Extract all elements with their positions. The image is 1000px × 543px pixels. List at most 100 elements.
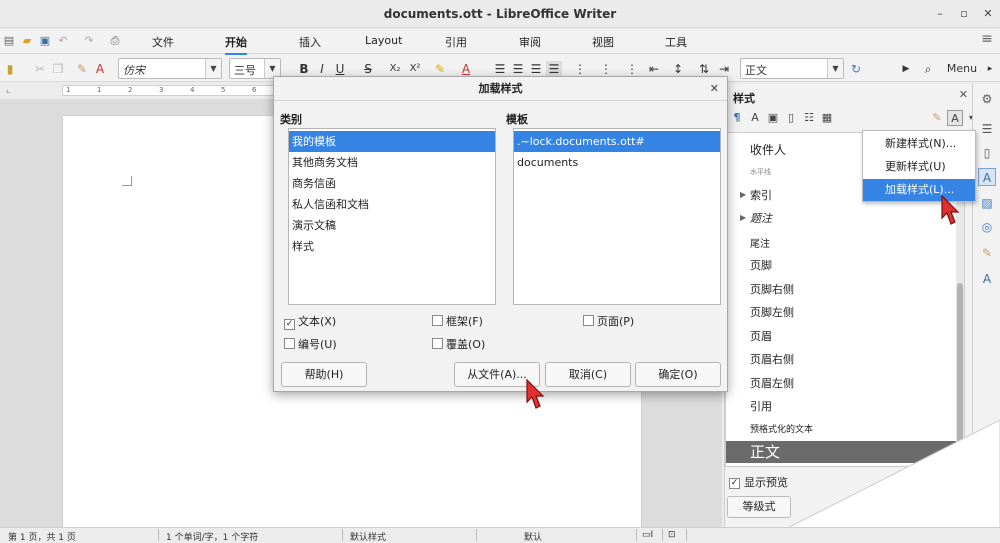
numbering-checkbox[interactable]: 编号(U) <box>284 336 337 352</box>
save-icon[interactable]: ▣ <box>38 34 52 48</box>
selection-mode-icon[interactable]: ⊡ <box>668 530 676 540</box>
style-item[interactable]: 页眉右侧 <box>750 351 794 367</box>
italic-button[interactable]: I <box>314 61 330 77</box>
design-icon[interactable]: A <box>978 270 996 288</box>
clear-formatting-icon[interactable]: A <box>92 61 108 77</box>
category-item[interactable]: 商务信函 <box>289 173 495 194</box>
redo-icon[interactable]: ↷ <box>82 34 96 48</box>
close-window-button[interactable]: ✕ <box>980 6 996 22</box>
chevron-down-icon[interactable]: ▼ <box>205 59 221 78</box>
expand-arrow-icon[interactable]: ▶ <box>740 190 746 199</box>
ordered-list-icon[interactable]: ⋮ <box>598 61 614 77</box>
align-right-icon[interactable]: ☰ <box>528 61 544 77</box>
style-item[interactable]: 页脚右侧 <box>750 281 794 297</box>
tab-references[interactable]: 引用 <box>445 34 467 50</box>
minimize-button[interactable]: – <box>932 6 948 22</box>
font-color-icon[interactable]: A <box>458 61 474 77</box>
paragraph-spacing-icon[interactable]: ⇅ <box>696 61 712 77</box>
menu-item-new-style[interactable]: 新建样式(N)... <box>863 133 975 155</box>
increase-indent-icon[interactable]: ⇥ <box>716 61 732 77</box>
category-item[interactable]: 样式 <box>289 236 495 257</box>
unordered-list-icon[interactable]: ⋮ <box>572 61 588 77</box>
help-button[interactable]: 帮助(H) <box>281 362 367 387</box>
expand-toolbar-icon[interactable]: ▶ <box>898 61 914 77</box>
category-item[interactable]: 其他商务文档 <box>289 152 495 173</box>
style-item[interactable]: 尾注 <box>750 235 770 250</box>
character-styles-icon[interactable]: A <box>747 110 763 126</box>
page-style-status[interactable]: 默认样式 <box>350 530 386 543</box>
checkbox-checked-icon[interactable]: ✓ <box>729 477 740 489</box>
chevron-right-icon[interactable]: ▸ <box>982 61 998 77</box>
paragraph-style-combo[interactable]: 正文 ▼ <box>740 58 844 79</box>
tab-file[interactable]: 文件 <box>152 34 174 50</box>
expand-arrow-icon[interactable]: ▶ <box>740 213 746 222</box>
outline-list-icon[interactable]: ⋮ <box>624 61 640 77</box>
new-document-icon[interactable]: ▤ <box>2 34 16 48</box>
style-item[interactable]: 题注 <box>750 210 772 226</box>
print-icon[interactable]: ⎙ <box>108 34 122 48</box>
settings-icon[interactable]: ⚙ <box>978 90 996 108</box>
category-item[interactable]: 我的模板 <box>289 131 495 152</box>
align-left-icon[interactable]: ☰ <box>492 61 508 77</box>
checkbox-icon[interactable] <box>432 338 443 349</box>
paragraph-styles-icon[interactable]: ¶ <box>729 110 745 126</box>
style-item[interactable]: 引用 <box>750 398 772 414</box>
style-item[interactable]: 页眉 <box>750 328 772 344</box>
language-status[interactable]: 默认 <box>524 530 542 543</box>
checkbox-icon[interactable] <box>284 338 295 349</box>
strikethrough-button[interactable]: S <box>360 61 376 77</box>
tab-tools[interactable]: 工具 <box>665 34 687 50</box>
subscript-button[interactable]: X₂ <box>385 61 405 77</box>
undo-icon[interactable]: ↶ <box>56 34 70 48</box>
align-center-icon[interactable]: ☰ <box>510 61 526 77</box>
checkbox-icon[interactable] <box>583 315 594 326</box>
style-actions-icon[interactable]: A <box>947 110 963 126</box>
cancel-button[interactable]: 取消(C) <box>545 362 631 387</box>
clone-formatting-icon[interactable]: ✎ <box>74 61 90 77</box>
navigator-icon[interactable]: ◎ <box>978 218 996 236</box>
template-item[interactable]: .~lock.documents.ott# <box>514 131 720 152</box>
table-styles-icon[interactable]: ▦ <box>819 110 835 126</box>
menu-button[interactable]: Menu <box>944 61 980 77</box>
maximize-button[interactable]: ▫ <box>956 6 972 22</box>
category-item[interactable]: 私人信函和文档 <box>289 194 495 215</box>
find-icon[interactable]: ⌕ <box>920 61 936 77</box>
tab-insert[interactable]: 插入 <box>299 34 321 50</box>
tab-layout[interactable]: Layout <box>365 34 402 47</box>
chevron-down-icon[interactable]: ▼ <box>827 59 843 78</box>
ok-button[interactable]: 确定(O) <box>635 362 721 387</box>
category-listbox[interactable]: 我的模板 其他商务文档 商务信函 私人信函和文档 演示文稿 样式 <box>288 128 496 305</box>
open-folder-icon[interactable]: ▰ <box>20 34 34 48</box>
style-item[interactable]: 水平线 <box>750 167 771 177</box>
word-count[interactable]: 1 个单词/字，1 个字符 <box>166 530 258 543</box>
template-item[interactable]: documents <box>514 152 720 173</box>
cut-icon[interactable]: ✂ <box>32 61 48 77</box>
overwrite-checkbox[interactable]: 覆盖(O) <box>432 336 485 352</box>
dialog-close-icon[interactable]: ✕ <box>710 82 719 95</box>
style-item[interactable]: 页脚左侧 <box>750 304 794 320</box>
style-item[interactable]: 页眉左侧 <box>750 375 794 391</box>
styles-deck-icon[interactable]: A <box>978 168 996 186</box>
bold-button[interactable]: B <box>296 61 312 77</box>
tab-home[interactable]: 开始 <box>225 34 247 55</box>
page-styles-icon[interactable]: ▯ <box>783 110 799 126</box>
tab-review[interactable]: 审阅 <box>519 34 541 50</box>
manage-changes-icon[interactable]: ✎ <box>978 244 996 262</box>
style-item[interactable]: 索引 <box>750 187 772 203</box>
frame-checkbox[interactable]: 框架(F) <box>432 313 483 329</box>
copy-icon[interactable]: ❐ <box>50 61 66 77</box>
template-listbox[interactable]: .~lock.documents.ott# documents <box>513 128 721 305</box>
sidebar-close-icon[interactable]: ✕ <box>959 88 968 101</box>
category-item[interactable]: 演示文稿 <box>289 215 495 236</box>
underline-button[interactable]: U <box>332 61 348 77</box>
style-item[interactable]: 页脚 <box>750 257 772 273</box>
tab-stop-icon[interactable]: ⌞ <box>6 85 10 95</box>
page-count[interactable]: 第 1 页，共 1 页 <box>8 530 76 543</box>
checkbox-icon[interactable] <box>432 315 443 326</box>
update-style-icon[interactable]: ↻ <box>848 61 864 77</box>
page-icon[interactable]: ▯ <box>978 144 996 162</box>
superscript-button[interactable]: X² <box>405 61 425 77</box>
style-item[interactable]: 收件人 <box>750 141 786 158</box>
highlight-icon[interactable]: ✎ <box>432 61 448 77</box>
font-name-combo[interactable]: 仿宋 ▼ <box>118 58 222 79</box>
